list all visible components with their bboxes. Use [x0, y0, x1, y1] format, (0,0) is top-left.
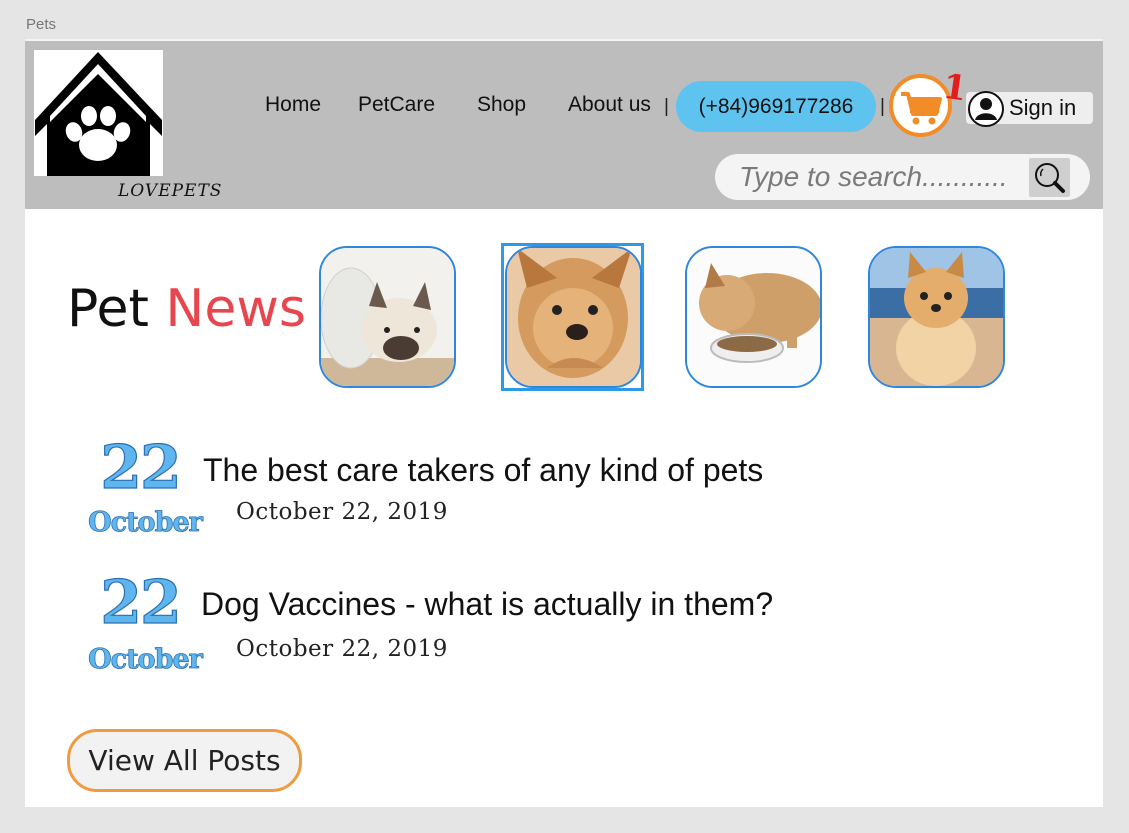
- phone-button[interactable]: (+84)969177286: [676, 81, 876, 132]
- nav-about-us[interactable]: About us: [568, 93, 651, 117]
- post-date-day: 22: [100, 432, 183, 503]
- logo-text: LOVEPETS: [118, 181, 223, 201]
- sign-in-button[interactable]: Sign in: [966, 91, 1093, 127]
- french-bulldog-image: [321, 248, 454, 386]
- search-button[interactable]: [1029, 158, 1070, 197]
- nav-home[interactable]: Home: [265, 93, 321, 117]
- post-title[interactable]: The best care takers of any kind of pets: [203, 452, 763, 489]
- search-input[interactable]: [737, 158, 1011, 196]
- post-date-day: 22: [100, 567, 183, 638]
- thumbnail-yorkie[interactable]: [505, 246, 642, 388]
- post-date-month: October: [88, 644, 204, 676]
- window-title: Pets: [26, 16, 57, 33]
- cart-count-badge: 1: [940, 66, 970, 110]
- search-icon: [1035, 163, 1065, 193]
- yorkie-image: [507, 248, 640, 386]
- heading-word-news: News: [165, 279, 306, 339]
- page-frame: LOVEPETS Home PetCare Shop About us | (+…: [25, 39, 1103, 807]
- separator: |: [664, 96, 669, 117]
- logo[interactable]: [34, 50, 163, 176]
- paw-house-logo-icon: [35, 52, 162, 176]
- thumbnail-dog-eating[interactable]: [685, 246, 822, 388]
- thumbnail-selected-frame: [501, 243, 644, 391]
- post-date-month: October: [88, 507, 204, 539]
- site-header: LOVEPETS Home PetCare Shop About us | (+…: [25, 41, 1103, 209]
- sign-in-label: Sign in: [1009, 95, 1077, 120]
- post-title[interactable]: Dog Vaccines - what is actually in them?: [201, 586, 773, 623]
- dog-eating-image: [687, 248, 820, 386]
- post-date: October 22, 2019: [236, 499, 448, 525]
- nav-shop[interactable]: Shop: [477, 93, 526, 117]
- heading-word-pet: Pet: [67, 279, 149, 339]
- nav-petcare[interactable]: PetCare: [358, 93, 435, 117]
- pomeranian-image: [870, 248, 1003, 386]
- pet-news-heading: Pet News: [67, 279, 306, 339]
- search-bar: [715, 154, 1090, 200]
- separator: |: [880, 96, 885, 117]
- user-icon: [968, 91, 1004, 127]
- thumbnail-pomeranian[interactable]: [868, 246, 1005, 388]
- view-all-posts-button[interactable]: View All Posts: [67, 729, 302, 792]
- post-date: October 22, 2019: [236, 636, 448, 662]
- thumbnail-french-bulldog[interactable]: [319, 246, 456, 388]
